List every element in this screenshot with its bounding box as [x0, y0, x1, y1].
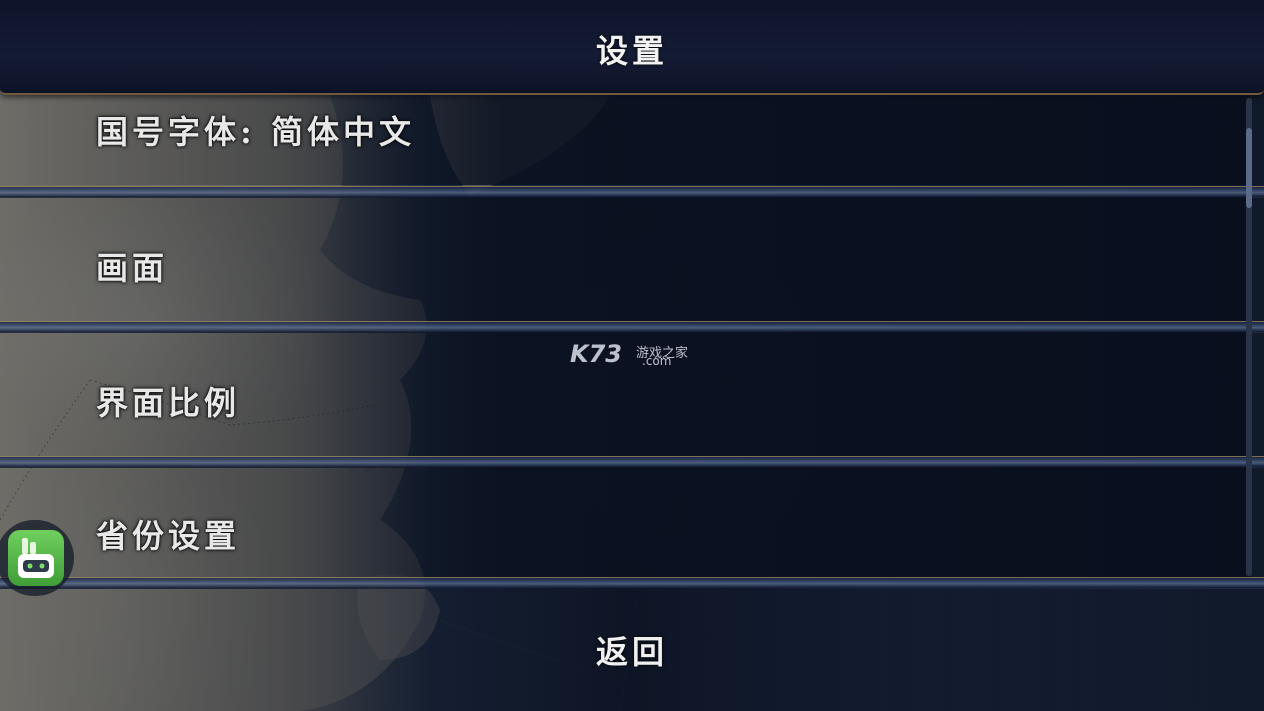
setting-row-graphics[interactable]: 画面: [0, 197, 1250, 321]
setting-label-font: 国号字体: 简体中文: [96, 113, 415, 151]
watermark-brand: K73: [570, 340, 622, 368]
watermark: K73 游戏之家 .com: [570, 340, 688, 368]
setting-label-province: 省份设置: [96, 517, 241, 555]
robot-icon: [8, 530, 64, 586]
watermark-domain: .com: [642, 354, 672, 368]
page-title: 设置: [595, 32, 668, 70]
setting-row-province[interactable]: 省份设置: [0, 467, 1250, 577]
list-scrollbar[interactable]: [1246, 98, 1252, 576]
setting-row-ui-scale[interactable]: 界面比例: [0, 332, 1250, 456]
setting-label-graphics: 画面: [96, 249, 169, 287]
settings-header: 设置: [0, 0, 1264, 95]
assistant-float-button[interactable]: [0, 520, 74, 596]
back-button[interactable]: 返回: [560, 620, 704, 680]
setting-row-font[interactable]: 国号字体: 简体中文: [0, 95, 1250, 185]
scrollbar-thumb[interactable]: [1246, 128, 1252, 208]
setting-label-ui-scale: 界面比例: [96, 384, 241, 422]
settings-list: 国号字体: 简体中文 画面 界面比例 省份设置: [0, 95, 1264, 589]
